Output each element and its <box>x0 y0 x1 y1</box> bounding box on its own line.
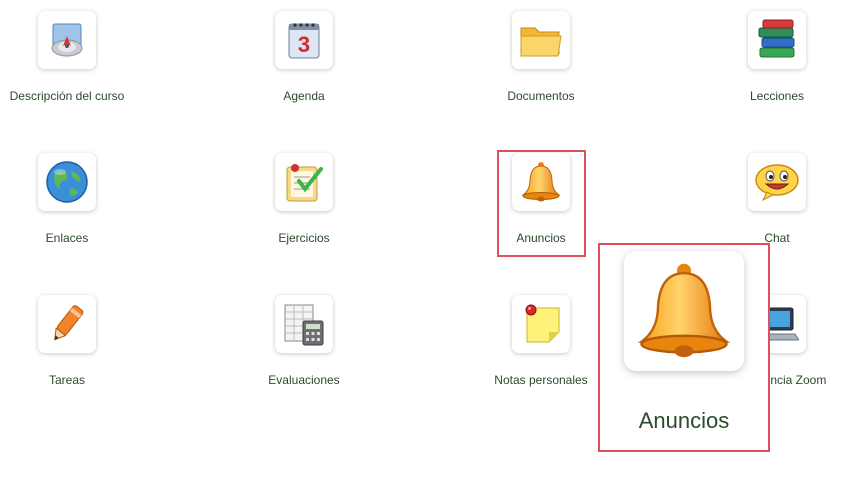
tool-exercises[interactable]: Ejercicios <box>219 153 389 245</box>
tool-evaluations[interactable]: Evaluaciones <box>219 295 389 387</box>
zoom-callout: Anuncios <box>598 243 770 452</box>
tool-label: Agenda <box>283 89 325 103</box>
course-description-icon[interactable] <box>38 11 96 69</box>
calendar-day: 3 <box>298 32 310 57</box>
pencil-icon[interactable] <box>38 295 96 353</box>
tool-course-description[interactable]: Descripción del curso <box>0 11 152 103</box>
tool-label: Lecciones <box>749 89 805 103</box>
highlight-box-anuncios <box>497 150 586 257</box>
checklist-icon[interactable] <box>275 153 333 211</box>
tool-documents[interactable]: Documentos <box>456 11 626 103</box>
tool-label: Evaluaciones <box>268 373 340 387</box>
books-icon[interactable] <box>748 11 806 69</box>
chat-smiley-icon[interactable] <box>748 153 806 211</box>
tool-agenda[interactable]: 3 Agenda <box>219 11 389 103</box>
tool-label: Tareas <box>48 373 86 387</box>
sticky-note-icon[interactable] <box>512 295 570 353</box>
tool-assignments[interactable]: Tareas <box>0 295 152 387</box>
tool-label: Ejercicios <box>278 231 330 245</box>
bell-icon[interactable] <box>624 251 744 371</box>
tool-label: Descripción del curso <box>9 89 125 103</box>
globe-icon[interactable] <box>38 153 96 211</box>
calendar-icon[interactable]: 3 <box>275 11 333 69</box>
tool-label: Documentos <box>507 89 575 103</box>
tool-label: Enlaces <box>45 231 89 245</box>
tool-chat[interactable]: Chat <box>692 153 842 245</box>
tool-links[interactable]: Enlaces <box>0 153 152 245</box>
zoom-label: Anuncios <box>638 408 730 433</box>
folder-icon[interactable] <box>512 11 570 69</box>
tool-lessons[interactable]: Lecciones <box>692 11 842 103</box>
calculator-sheet-icon[interactable] <box>275 295 333 353</box>
